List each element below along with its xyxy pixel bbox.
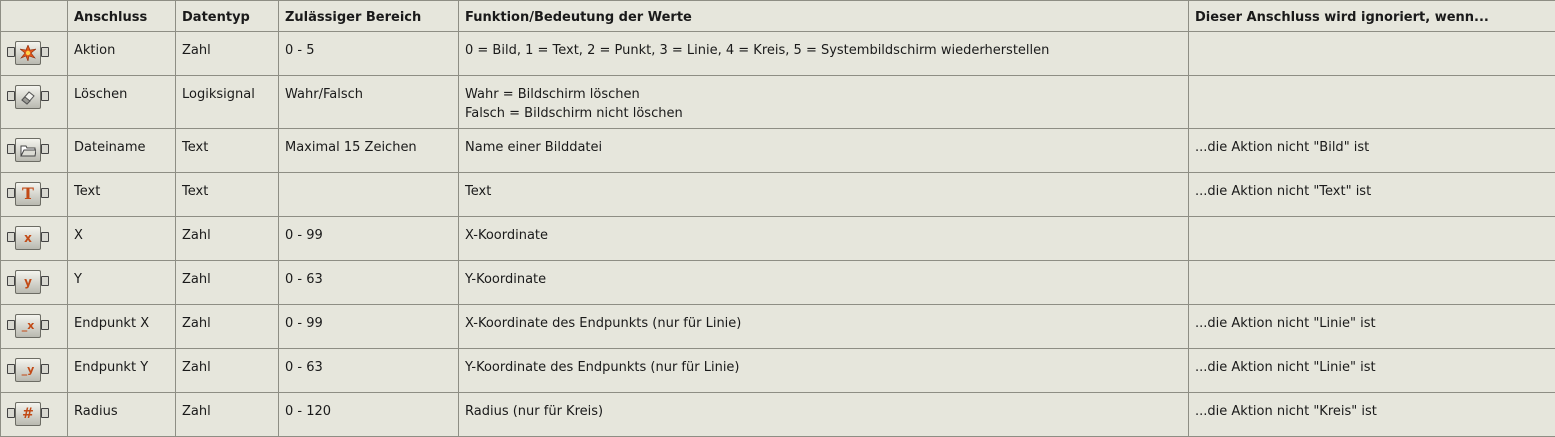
funktion-line-1: Y-Koordinate des Endpunkts (nur für Lini…	[465, 358, 1182, 377]
cell-anschluss: Endpunkt Y	[68, 349, 176, 393]
cell-datentyp: Text	[176, 173, 279, 217]
table-row: x X Zahl 0 - 99 X-Koordinate	[1, 217, 1555, 261]
icon-cell: T	[1, 173, 68, 217]
cell-datentyp: Zahl	[176, 32, 279, 76]
header-anschluss: Anschluss	[68, 1, 176, 32]
icon-cell	[1, 129, 68, 173]
cell-datentyp: Logiksignal	[176, 76, 279, 129]
cell-funktion: Radius (nur für Kreis)	[459, 393, 1189, 437]
cell-ignoriert	[1189, 217, 1555, 261]
icon-cell: #	[1, 393, 68, 437]
cell-datentyp: Text	[176, 129, 279, 173]
table-row: Aktion Zahl 0 - 5 0 = Bild, 1 = Text, 2 …	[1, 32, 1555, 76]
cell-ignoriert: ...die Aktion nicht "Linie" ist	[1189, 305, 1555, 349]
star-burst-icon	[7, 39, 49, 67]
hash-radius-icon: #	[7, 400, 49, 428]
cell-ignoriert	[1189, 32, 1555, 76]
funktion-line-1: Wahr = Bildschirm löschen	[465, 85, 1182, 104]
icon-cell: _y	[1, 349, 68, 393]
table-row: _y Endpunkt Y Zahl 0 - 63 Y-Koordinate d…	[1, 349, 1555, 393]
cell-bereich: 0 - 63	[279, 261, 459, 305]
cell-datentyp: Zahl	[176, 393, 279, 437]
cell-anschluss: Endpunkt X	[68, 305, 176, 349]
header-ignoriert: Dieser Anschluss wird ignoriert, wenn...	[1189, 1, 1555, 32]
y-coordinate-icon: y	[7, 268, 49, 296]
funktion-line-1: X-Koordinate	[465, 226, 1182, 245]
cell-ignoriert: ...die Aktion nicht "Text" ist	[1189, 173, 1555, 217]
icon-cell	[1, 76, 68, 129]
header-bereich: Zulässiger Bereich	[279, 1, 459, 32]
funktion-line-1: Text	[465, 182, 1182, 201]
icon-cell: y	[1, 261, 68, 305]
cell-bereich: 0 - 99	[279, 217, 459, 261]
table-row: Löschen Logiksignal Wahr/Falsch Wahr = B…	[1, 76, 1555, 129]
cell-funktion: X-Koordinate	[459, 217, 1189, 261]
table-row: _x Endpunkt X Zahl 0 - 99 X-Koordinate d…	[1, 305, 1555, 349]
header-datentyp: Datentyp	[176, 1, 279, 32]
cell-anschluss: Text	[68, 173, 176, 217]
cell-funktion: Name einer Bilddatei	[459, 129, 1189, 173]
cell-bereich: Wahr/Falsch	[279, 76, 459, 129]
cell-anschluss: Dateiname	[68, 129, 176, 173]
cell-funktion: Text	[459, 173, 1189, 217]
cell-ignoriert: ...die Aktion nicht "Bild" ist	[1189, 129, 1555, 173]
funktion-line-1: Radius (nur für Kreis)	[465, 402, 1182, 421]
cell-funktion: X-Koordinate des Endpunkts (nur für Lini…	[459, 305, 1189, 349]
cell-ignoriert: ...die Aktion nicht "Linie" ist	[1189, 349, 1555, 393]
icon-cell	[1, 32, 68, 76]
cell-anschluss: Löschen	[68, 76, 176, 129]
cell-datentyp: Zahl	[176, 261, 279, 305]
header-icon	[1, 1, 68, 32]
icon-cell: x	[1, 217, 68, 261]
cell-datentyp: Zahl	[176, 305, 279, 349]
table-header-row: Anschluss Datentyp Zulässiger Bereich Fu…	[1, 1, 1555, 32]
cell-anschluss: Y	[68, 261, 176, 305]
table-row: Dateiname Text Maximal 15 Zeichen Name e…	[1, 129, 1555, 173]
cell-anschluss: X	[68, 217, 176, 261]
table-row: y Y Zahl 0 - 63 Y-Koordinate	[1, 261, 1555, 305]
cell-bereich: 0 - 5	[279, 32, 459, 76]
cell-anschluss: Aktion	[68, 32, 176, 76]
folder-icon	[7, 136, 49, 164]
cell-funktion: Y-Koordinate	[459, 261, 1189, 305]
cell-funktion: Y-Koordinate des Endpunkts (nur für Lini…	[459, 349, 1189, 393]
cell-ignoriert	[1189, 76, 1555, 129]
cell-datentyp: Zahl	[176, 217, 279, 261]
cell-datentyp: Zahl	[176, 349, 279, 393]
funktion-line-1: 0 = Bild, 1 = Text, 2 = Punkt, 3 = Linie…	[465, 41, 1182, 60]
header-funktion: Funktion/Bedeutung der Werte	[459, 1, 1189, 32]
cell-ignoriert	[1189, 261, 1555, 305]
icon-cell: _x	[1, 305, 68, 349]
cell-bereich: Maximal 15 Zeichen	[279, 129, 459, 173]
eraser-icon	[7, 83, 49, 111]
funktion-line-1: Y-Koordinate	[465, 270, 1182, 289]
funktion-line-1: X-Koordinate des Endpunkts (nur für Lini…	[465, 314, 1182, 333]
cell-bereich: 0 - 63	[279, 349, 459, 393]
cell-ignoriert: ...die Aktion nicht "Kreis" ist	[1189, 393, 1555, 437]
cell-bereich: 0 - 99	[279, 305, 459, 349]
x-coordinate-icon: x	[7, 224, 49, 252]
table-row: T Text Text Text ...die Aktion nicht "Te…	[1, 173, 1555, 217]
cell-anschluss: Radius	[68, 393, 176, 437]
funktion-line-1: Name einer Bilddatei	[465, 138, 1182, 157]
connector-table: Anschluss Datentyp Zulässiger Bereich Fu…	[0, 0, 1555, 437]
table-row: # Radius Zahl 0 - 120 Radius (nur für Kr…	[1, 393, 1555, 437]
funktion-line-2: Falsch = Bildschirm nicht löschen	[465, 104, 1182, 123]
endpoint-y-icon: _y	[7, 356, 49, 384]
cell-funktion: 0 = Bild, 1 = Text, 2 = Punkt, 3 = Linie…	[459, 32, 1189, 76]
cell-bereich: 0 - 120	[279, 393, 459, 437]
text-t-icon: T	[7, 180, 49, 208]
cell-bereich	[279, 173, 459, 217]
cell-funktion: Wahr = Bildschirm löschen Falsch = Bilds…	[459, 76, 1189, 129]
endpoint-x-icon: _x	[7, 312, 49, 340]
